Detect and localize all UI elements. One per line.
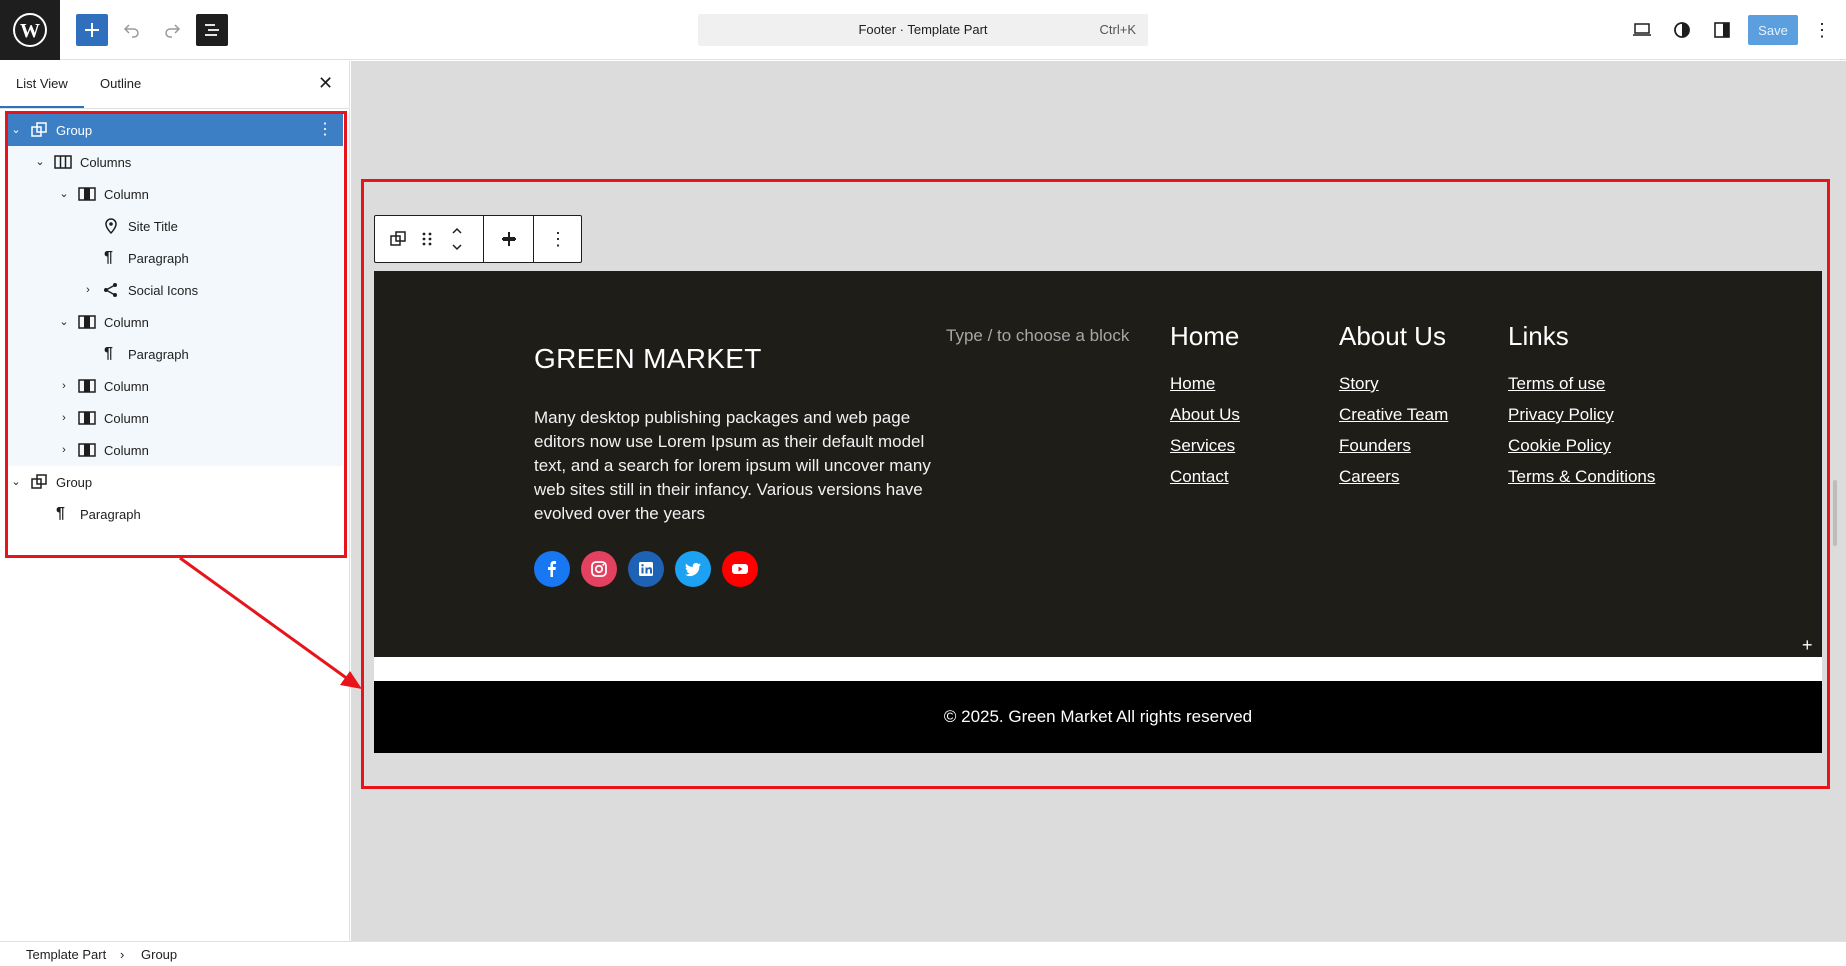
tab-outline[interactable]: Outline (100, 76, 141, 91)
highlight-box-footer (361, 179, 1830, 789)
list-view-icon[interactable] (196, 14, 228, 46)
save-button[interactable]: Save (1748, 15, 1798, 45)
highlight-box-list-view (5, 111, 347, 558)
close-icon[interactable]: ✕ (318, 73, 333, 94)
document-title: Footer · Template Part (858, 22, 988, 37)
breadcrumb-item[interactable]: Template Part (26, 947, 106, 962)
add-block-button[interactable] (76, 14, 108, 46)
undo-icon[interactable] (116, 14, 148, 46)
block-breadcrumb: Template Part › Group (0, 941, 1846, 966)
sidebar-tabs: List View Outline ✕ (0, 61, 350, 109)
editor-header: W Footer · Template Part Ctrl+K Save ⋮ (0, 0, 1846, 60)
chevron-right-icon: › (120, 947, 125, 962)
redo-icon[interactable] (156, 14, 188, 46)
command-palette-button[interactable]: Footer · Template Part Ctrl+K (698, 14, 1148, 46)
more-vertical-icon[interactable]: ⋮ (1810, 14, 1834, 46)
style-contrast-icon[interactable] (1666, 14, 1698, 46)
breadcrumb-item[interactable]: Group (141, 947, 177, 962)
wordpress-logo-icon[interactable]: W (0, 0, 60, 60)
canvas-scrollbar[interactable] (1833, 480, 1837, 546)
svg-text:W: W (20, 20, 40, 42)
sidebar-toggle-icon[interactable] (1706, 14, 1738, 46)
desktop-preview-icon[interactable] (1626, 14, 1658, 46)
tab-list-view[interactable]: List View (0, 76, 84, 108)
shortcut-hint: Ctrl+K (1099, 22, 1136, 37)
